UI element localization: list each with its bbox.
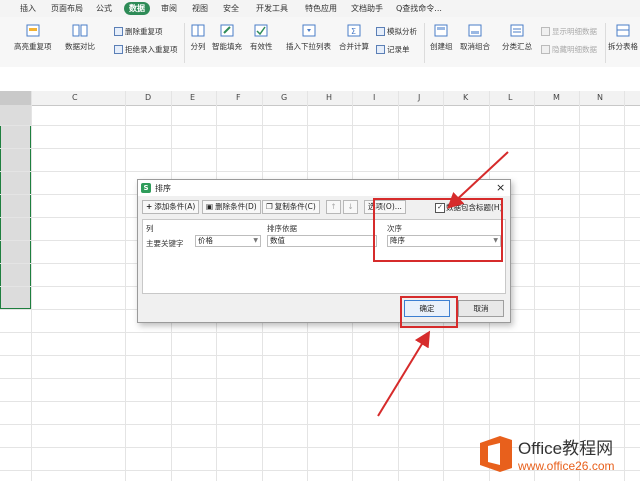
arrow-to-order: [447, 151, 509, 209]
watermark-url: www.office26.com: [518, 459, 615, 473]
annotation-arrows: [377, 151, 509, 417]
watermark-brand: Office教程网: [518, 439, 614, 458]
watermark: Office教程网 www.office26.com: [474, 432, 640, 481]
office-logo-icon: [480, 436, 512, 472]
arrow-to-ok: [377, 330, 431, 417]
